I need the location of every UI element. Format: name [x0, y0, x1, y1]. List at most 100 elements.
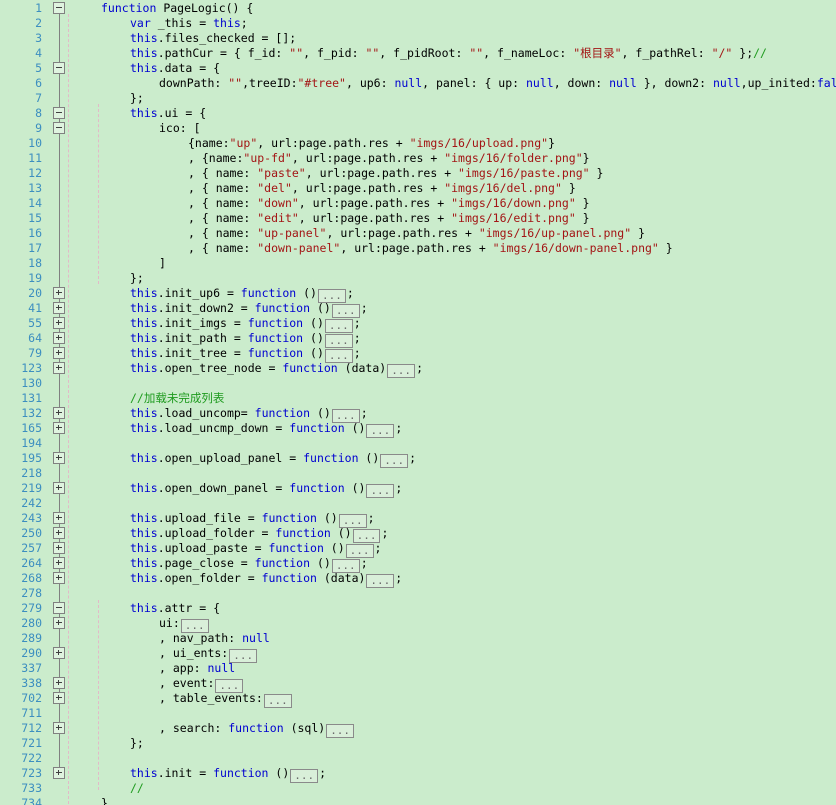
line-number: 79 [28, 346, 42, 360]
line-number: 721 [21, 736, 42, 750]
fold-expand-button[interactable] [53, 452, 65, 464]
code-token-pln: (sql) [283, 721, 326, 735]
code-line[interactable]: , { name: "paste", url:page.path.res + "… [188, 166, 603, 181]
fold-expand-button[interactable] [53, 407, 65, 419]
code-line[interactable]: this.attr = { [130, 601, 220, 616]
fold-expand-button[interactable] [53, 512, 65, 524]
code-line[interactable]: ui:... [159, 616, 210, 633]
code-line[interactable]: ico: [ [159, 121, 201, 136]
code-token-com: // [130, 781, 144, 795]
fold-expand-button[interactable] [53, 302, 65, 314]
code-line[interactable]: , { name: "up-panel", url:page.path.res … [188, 226, 645, 241]
line-number: 9 [35, 121, 42, 135]
code-line[interactable]: , { name: "del", url:page.path.res + "im… [188, 181, 576, 196]
code-line[interactable]: , { name: "down", url:page.path.res + "i… [188, 196, 590, 211]
code-line[interactable]: , nav_path: null [159, 631, 270, 646]
fold-expand-button[interactable] [53, 362, 65, 374]
collapsed-region-placeholder[interactable]: ... [366, 484, 395, 498]
code-line[interactable]: this.load_uncmp_down = function ()...; [130, 421, 402, 438]
collapsed-region-placeholder[interactable]: ... [290, 769, 319, 783]
fold-expand-button[interactable] [53, 332, 65, 344]
fold-collapse-button[interactable] [53, 62, 65, 74]
code-line[interactable]: downPath: "",treeID:"#tree", up6: null, … [159, 76, 836, 91]
fold-expand-button[interactable] [53, 767, 65, 779]
fold-expand-button[interactable] [53, 482, 65, 494]
line-number: 337 [21, 661, 42, 675]
code-line[interactable]: }; [130, 271, 144, 286]
code-line[interactable]: var _this = this; [130, 16, 248, 31]
code-line[interactable]: , {name:"up-fd", url:page.path.res + "im… [188, 151, 590, 166]
fold-expand-button[interactable] [53, 572, 65, 584]
code-line[interactable]: } [101, 796, 108, 805]
code-line[interactable]: , table_events:... [159, 691, 293, 708]
code-line[interactable]: this.open_tree_node = function (data)...… [130, 361, 423, 378]
code-token-pln: , url:page.path.res + [298, 211, 452, 225]
code-line[interactable]: , app: null [159, 661, 235, 676]
code-line[interactable]: , ui_ents:... [159, 646, 258, 663]
code-line[interactable]: // [130, 781, 144, 796]
collapsed-region-placeholder[interactable]: ... [380, 454, 409, 468]
code-line[interactable]: this.ui = { [130, 106, 206, 121]
collapsed-region-placeholder[interactable]: ... [263, 694, 292, 708]
line-number: 18 [28, 256, 42, 270]
fold-expand-button[interactable] [53, 722, 65, 734]
fold-expand-button[interactable] [53, 677, 65, 689]
code-line[interactable]: this.upload_paste = function ()...; [130, 541, 381, 558]
fold-expand-button[interactable] [53, 347, 65, 359]
collapsed-region-placeholder[interactable]: ... [366, 424, 395, 438]
code-line[interactable]: this.open_folder = function (data)...; [130, 571, 402, 588]
code-line[interactable]: {name:"up", url:page.path.res + "imgs/16… [188, 136, 555, 151]
code-line[interactable]: this.init_up6 = function ()...; [130, 286, 354, 303]
code-line[interactable]: this.init_down2 = function ()...; [130, 301, 368, 318]
fold-expand-button[interactable] [53, 527, 65, 539]
code-line[interactable]: , search: function (sql)... [159, 721, 355, 738]
code-line[interactable]: this.load_uncomp= function ()...; [130, 406, 368, 423]
code-line[interactable]: , { name: "down-panel", url:page.path.re… [188, 241, 673, 256]
code-editor[interactable]: 1 2 3 4 5 6 7 8 9 10 11 12 13 14 15 16 17 18 19 20 41 55 64 79 1… [0, 0, 836, 805]
fold-expand-button[interactable] [53, 647, 65, 659]
code-line[interactable]: this.pathCur = { f_id: "", f_pid: "", f_… [130, 46, 767, 61]
code-line[interactable]: //加载未完成列表 [130, 391, 224, 406]
code-line[interactable]: this.files_checked = []; [130, 31, 296, 46]
code-line[interactable]: this.init_path = function ()...; [130, 331, 361, 348]
code-line[interactable]: }; [130, 736, 144, 751]
line-number: 4 [35, 46, 42, 60]
code-line[interactable]: this.page_close = function ()...; [130, 556, 368, 573]
code-line[interactable]: this.init_tree = function ()...; [130, 346, 361, 363]
fold-expand-button[interactable] [53, 422, 65, 434]
code-folding-gutter[interactable] [46, 0, 99, 805]
collapsed-region-placeholder[interactable]: ... [387, 364, 416, 378]
code-line[interactable]: this.init = function ()...; [130, 766, 326, 783]
fold-collapse-button[interactable] [53, 122, 65, 134]
code-line[interactable]: }; [130, 91, 144, 106]
code-line[interactable]: , event:... [159, 676, 244, 693]
code-token-pln: ; [360, 556, 368, 570]
code-line[interactable]: , { name: "edit", url:page.path.res + "i… [188, 211, 590, 226]
fold-expand-button[interactable] [53, 692, 65, 704]
line-number: 17 [28, 241, 42, 255]
line-number: 268 [21, 571, 42, 585]
code-line[interactable]: this.upload_folder = function ()...; [130, 526, 388, 543]
fold-expand-button[interactable] [53, 317, 65, 329]
code-token-pln: } [575, 211, 590, 225]
fold-collapse-button[interactable] [53, 107, 65, 119]
fold-expand-button[interactable] [53, 542, 65, 554]
code-token-pln: , { name: [188, 181, 258, 195]
fold-expand-button[interactable] [53, 617, 65, 629]
fold-expand-button[interactable] [53, 287, 65, 299]
code-token-kw: this [213, 16, 241, 30]
code-line[interactable]: this.open_upload_panel = function ()...; [130, 451, 416, 468]
collapsed-region-placeholder[interactable]: ... [326, 724, 355, 738]
code-token-str: "/" [711, 46, 733, 60]
code-line[interactable]: ] [159, 256, 166, 271]
code-line[interactable]: this.open_down_panel = function ()...; [130, 481, 402, 498]
code-line[interactable]: this.data = { [130, 61, 220, 76]
collapsed-region-placeholder[interactable]: ... [366, 574, 395, 588]
code-line[interactable]: this.init_imgs = function ()...; [130, 316, 361, 333]
fold-collapse-button[interactable] [53, 2, 65, 14]
fold-collapse-button[interactable] [53, 602, 65, 614]
code-line[interactable]: this.upload_file = function ()...; [130, 511, 375, 528]
code-line[interactable]: function PageLogic() { [101, 1, 253, 16]
fold-expand-button[interactable] [53, 557, 65, 569]
code-content-area[interactable]: function PageLogic() {var _this = this; t… [72, 0, 836, 805]
